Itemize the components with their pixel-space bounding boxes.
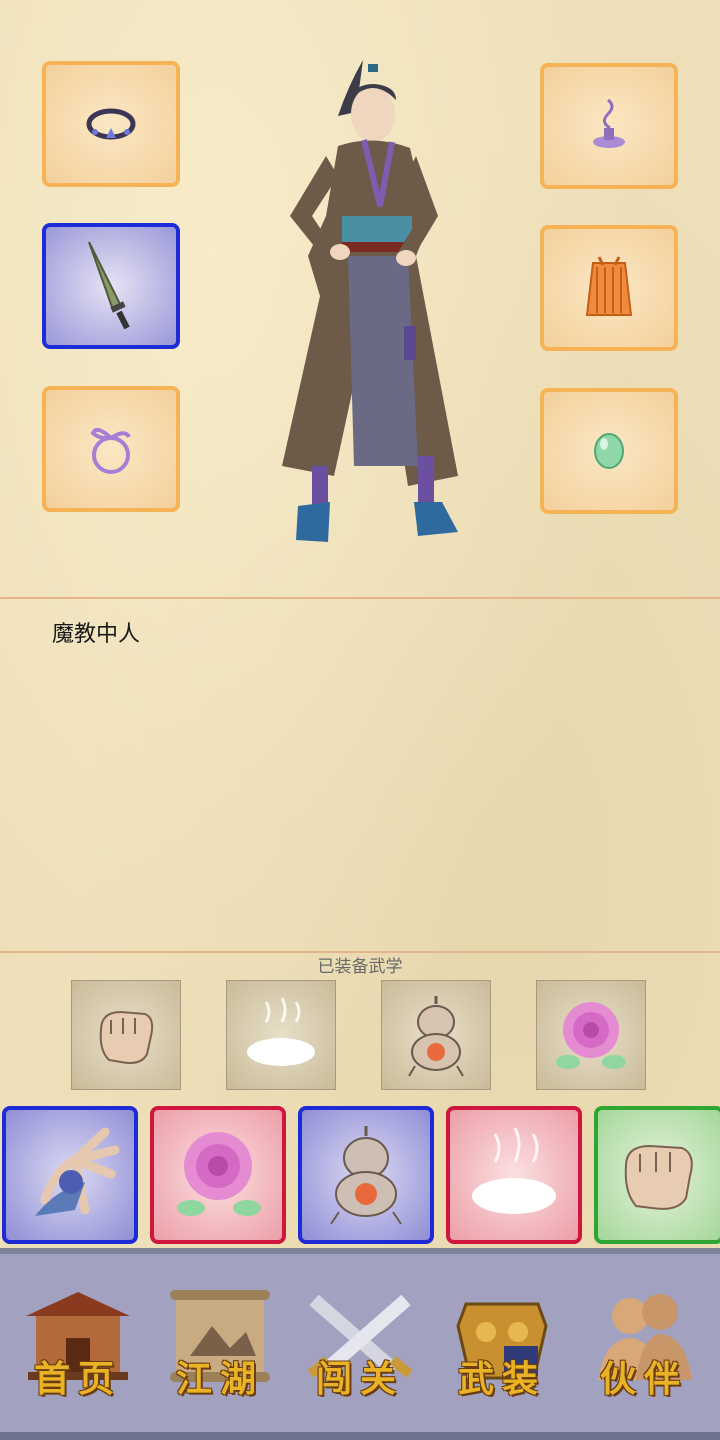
equipped-martial-arts-label: 已装备武学: [317, 957, 403, 977]
nav-partners[interactable]: 伙伴: [584, 1286, 704, 1404]
equip-slot-incense[interactable]: [540, 63, 678, 189]
equip-slot-robe[interactable]: [540, 225, 678, 351]
nav-challenge[interactable]: 闯关: [300, 1286, 420, 1404]
nav-home-label: 首页: [33, 1358, 122, 1400]
peony-icon: [556, 1002, 626, 1069]
mist-icon: [247, 997, 315, 1066]
sword-icon: [88, 241, 130, 330]
equipped-skill-slot[interactable]: [226, 980, 336, 1090]
character-title: 魔教中人: [52, 622, 141, 647]
skill-card[interactable]: [2, 1106, 138, 1244]
skill-card[interactable]: [298, 1106, 434, 1244]
ribbon-icon: [90, 427, 131, 474]
equipped-skill-slot[interactable]: [71, 980, 181, 1090]
fist-icon: [624, 1144, 693, 1210]
equip-slot-ring[interactable]: [42, 61, 180, 187]
skill-card[interactable]: [594, 1106, 720, 1244]
equip-slot-weapon[interactable]: [42, 223, 180, 349]
character-portrait: [282, 60, 458, 542]
nav-home[interactable]: 首页: [18, 1286, 138, 1404]
nav-armory-label: 武装: [457, 1358, 546, 1400]
claw-hand-icon: [35, 1127, 120, 1216]
bottom-navigation: 首页 江湖 闯关 武装 伙伴: [0, 1248, 720, 1440]
section-divider: [0, 597, 720, 599]
skill-card[interactable]: [446, 1106, 582, 1244]
peony-icon: [177, 1132, 261, 1216]
incense-icon: [593, 98, 625, 148]
equip-slot-ribbon[interactable]: [42, 386, 180, 512]
jade-bead-icon: [594, 433, 624, 469]
nav-armory[interactable]: 武装: [442, 1286, 562, 1404]
gourd-icon: [330, 1126, 402, 1225]
robe-icon: [585, 256, 633, 316]
nav-partners-label: 伙伴: [599, 1358, 688, 1400]
mist-icon: [472, 1127, 556, 1214]
skill-card-strip: [0, 1106, 720, 1248]
nav-jianghu-label: 江湖: [175, 1358, 264, 1400]
skill-card[interactable]: [150, 1106, 286, 1244]
nav-jianghu[interactable]: 江湖: [160, 1286, 280, 1404]
ring-icon: [86, 108, 136, 140]
equipped-skill-slot[interactable]: [381, 980, 491, 1090]
equipped-skill-slot[interactable]: [536, 980, 646, 1090]
nav-challenge-label: 闯关: [315, 1358, 404, 1400]
equip-slot-jade[interactable]: [540, 388, 678, 514]
gourd-icon: [408, 996, 464, 1077]
fist-icon: [99, 1010, 154, 1064]
